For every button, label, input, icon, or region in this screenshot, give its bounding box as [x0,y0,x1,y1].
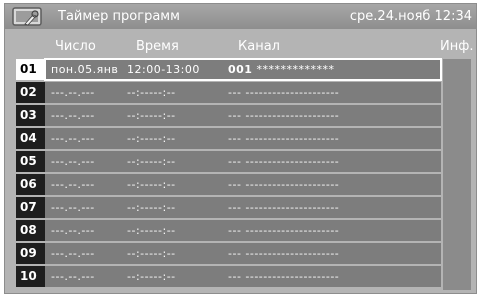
row-date: ---.--.--- [51,132,95,145]
row-date: ---.--.--- [51,270,95,283]
timer-row-04[interactable]: 04 ---.--.--- --:-----:-- --- ----------… [16,128,441,149]
row-cells: ---.--.--- --:-----:-- --- -------------… [45,220,441,241]
timer-row-07[interactable]: 07 ---.--.--- --:-----:-- --- ----------… [16,197,441,218]
page-title: Таймер программ [58,9,180,24]
row-channel: --- --------------------- [228,132,340,145]
row-number: 01 [16,59,45,80]
row-cells: ---.--.--- --:-----:-- --- -------------… [45,243,441,264]
timer-row-02[interactable]: 02 ---.--.--- --:-----:-- --- ----------… [16,82,441,103]
timer-row-09[interactable]: 09 ---.--.--- --:-----:-- --- ----------… [16,243,441,264]
row-number: 09 [16,243,45,264]
row-time: 12:00-13:00 [127,63,200,76]
row-number: 06 [16,174,45,195]
row-number: 05 [16,151,45,172]
row-channel: --- --------------------- [228,247,340,260]
row-channel: --- --------------------- [228,86,340,99]
row-date: пон.05.янв [51,63,119,76]
row-time: --:-----:-- [127,132,176,145]
row-channel: --- --------------------- [228,201,340,214]
row-date: ---.--.--- [51,224,95,237]
row-number: 03 [16,105,45,126]
row-cells: ---.--.--- --:-----:-- --- -------------… [45,151,441,172]
timer-row-06[interactable]: 06 ---.--.--- --:-----:-- --- ----------… [16,174,441,195]
row-time: --:-----:-- [127,86,176,99]
column-header-info: Инф. [440,39,474,54]
date-time-display: сре.24.нояб 12:34 [349,9,472,24]
row-number: 08 [16,220,45,241]
row-channel: 001 ************* [228,59,334,80]
timer-row-05[interactable]: 05 ---.--.--- --:-----:-- --- ----------… [16,151,441,172]
row-time: --:-----:-- [127,155,176,168]
row-time: --:-----:-- [127,178,176,191]
row-date: ---.--.--- [51,178,95,191]
program-timer-screen: Таймер программ сре.24.нояб 12:34 Число … [4,3,477,294]
timer-row-03[interactable]: 03 ---.--.--- --:-----:-- --- ----------… [16,105,441,126]
timer-row-10[interactable]: 10 ---.--.--- --:-----:-- --- ----------… [16,266,441,287]
row-channel: --- --------------------- [228,178,340,191]
row-time: --:-----:-- [127,270,176,283]
row-channel: --- --------------------- [228,109,340,122]
row-channel: --- --------------------- [228,224,340,237]
row-cells: ---.--.--- --:-----:-- --- -------------… [45,105,441,126]
row-cells: ---.--.--- --:-----:-- --- -------------… [45,82,441,103]
info-column [443,59,471,290]
row-date: ---.--.--- [51,109,95,122]
column-header-time: Время [136,39,179,54]
row-channel-number: 001 [228,63,253,76]
row-channel: --- --------------------- [228,270,340,283]
row-channel-name: ************* [256,63,335,76]
row-channel: --- --------------------- [228,155,340,168]
row-number: 07 [16,197,45,218]
row-cells: ---.--.--- --:-----:-- --- -------------… [45,128,441,149]
row-time: --:-----:-- [127,247,176,260]
row-number: 10 [16,266,45,287]
title-bar: Таймер программ сре.24.нояб 12:34 [5,4,476,29]
timer-row-08[interactable]: 08 ---.--.--- --:-----:-- --- ----------… [16,220,441,241]
row-cells: ---.--.--- --:-----:-- --- -------------… [45,197,441,218]
row-number: 04 [16,128,45,149]
row-cells: ---.--.--- --:-----:-- --- -------------… [45,174,441,195]
timer-tools-icon [11,6,45,31]
row-time: --:-----:-- [127,109,176,122]
row-number: 02 [16,82,45,103]
row-time: --:-----:-- [127,201,176,214]
row-cells: ---.--.--- --:-----:-- --- -------------… [45,266,441,287]
row-date: ---.--.--- [51,86,95,99]
row-date: ---.--.--- [51,201,95,214]
row-date: ---.--.--- [51,247,95,260]
timer-row-01[interactable]: 01 пон.05.янв 12:00-13:00 001 **********… [16,58,442,81]
row-cells: пон.05.янв 12:00-13:00 001 ************* [44,58,442,81]
row-date: ---.--.--- [51,155,95,168]
column-header-date: Число [55,39,96,54]
row-time: --:-----:-- [127,224,176,237]
column-header-channel: Канал [238,39,280,54]
